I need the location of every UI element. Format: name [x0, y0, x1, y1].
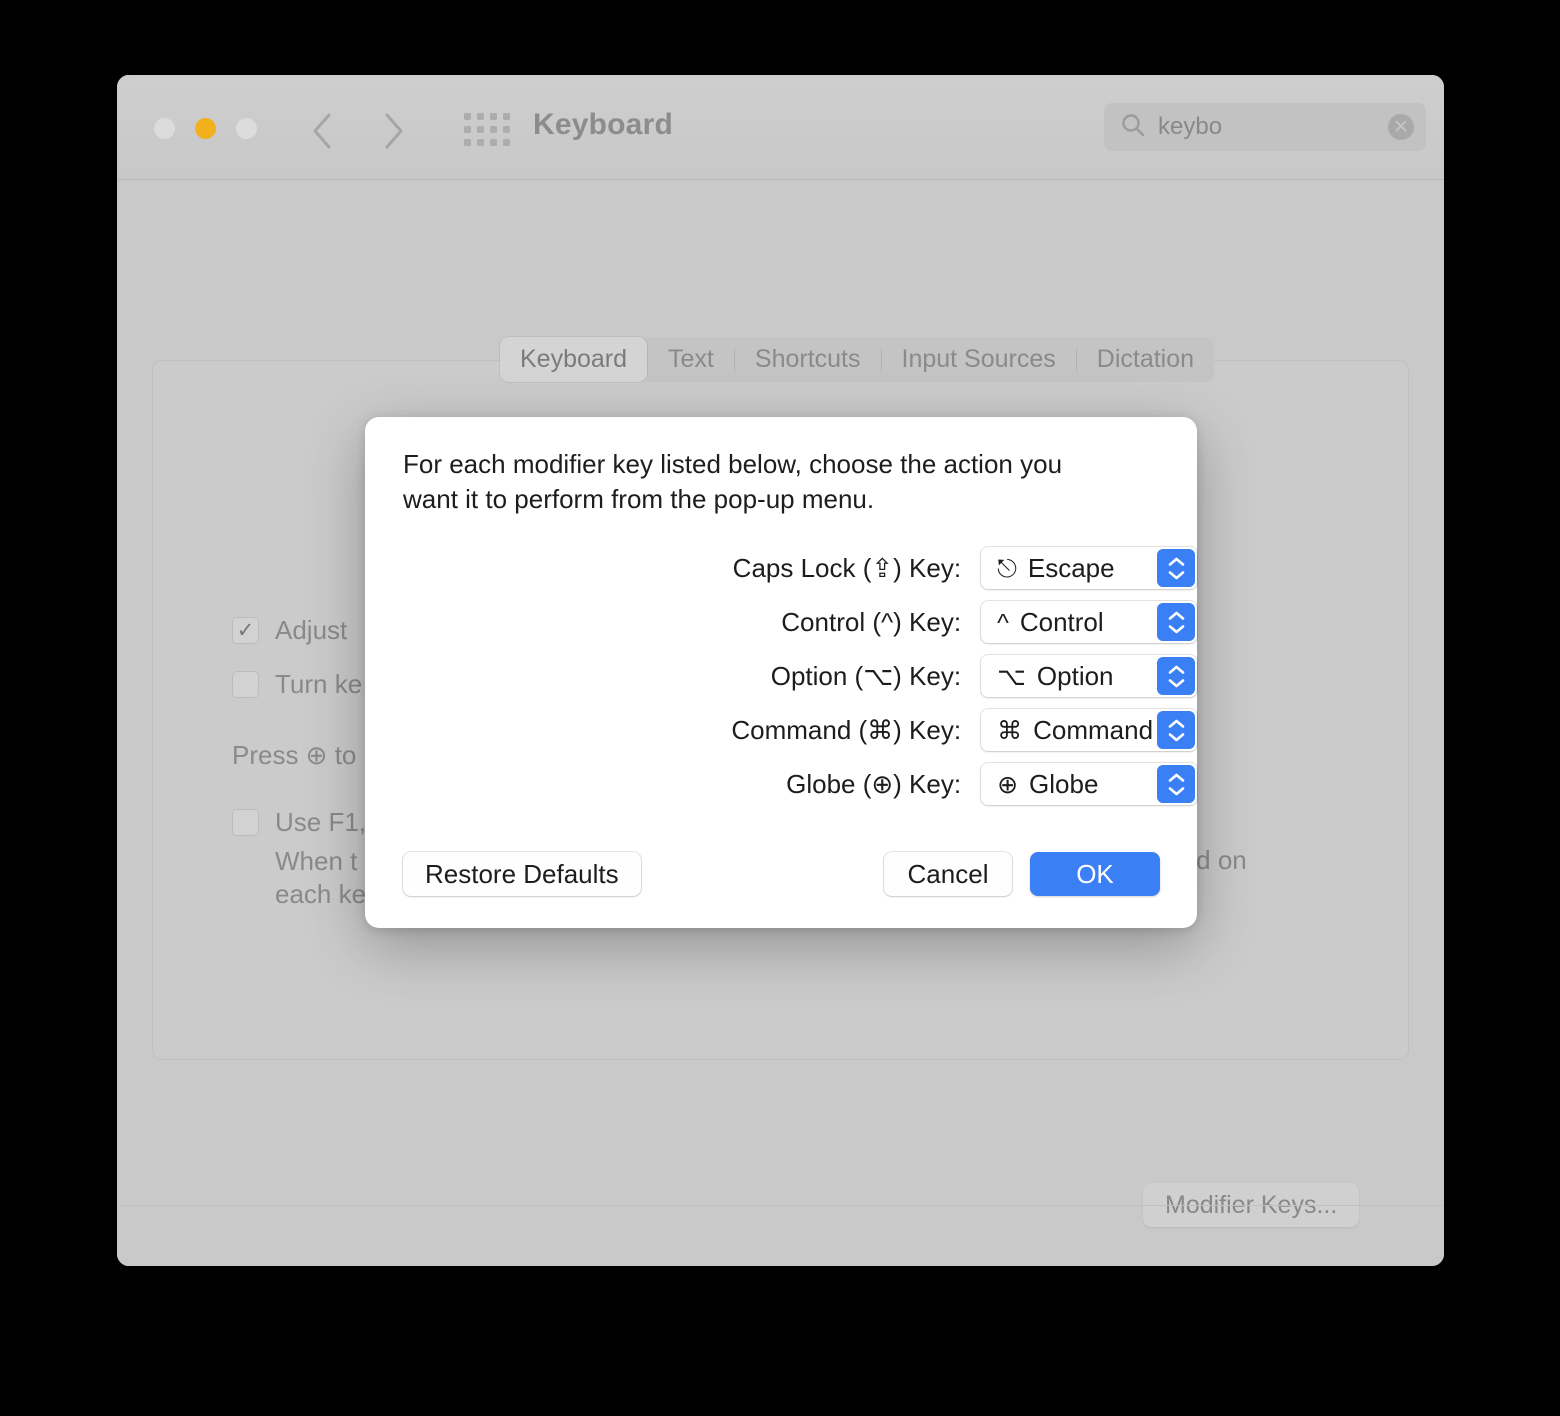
zoom-button[interactable]: [236, 118, 257, 139]
modifier-row-caps-lock: Caps Lock (⇪) Key: ⎋ Escape: [365, 541, 1197, 595]
option-label: Option (⌥) Key:: [770, 660, 962, 691]
caps-lock-value: Escape: [1027, 552, 1115, 583]
command-stepper[interactable]: [1157, 711, 1195, 749]
control-value-group: ^ Control: [981, 607, 1104, 638]
checkbox-row-use-f1-keys[interactable]: Use F1,: [232, 807, 366, 838]
control-popup[interactable]: ^ Control: [981, 601, 1197, 643]
globe-value-group: ⊕ Globe: [981, 769, 1098, 800]
escape-icon: ⎋: [997, 554, 1017, 583]
globe-value: Globe: [1029, 768, 1099, 799]
command-popup[interactable]: ⌘ Command: [981, 709, 1197, 751]
tab-bar: Keyboard Text Shortcuts Input Sources Di…: [500, 337, 1215, 382]
modifier-row-option: Option (⌥) Key: ⌥ Option: [365, 649, 1197, 703]
checkbox-use-f1-label: Use F1,: [275, 807, 367, 837]
tab-input-sources[interactable]: Input Sources: [882, 337, 1076, 382]
window-titlebar: Keyboard keybo ✕: [117, 75, 1444, 180]
caps-lock-label: Caps Lock (⇪) Key:: [732, 552, 962, 583]
control-stepper[interactable]: [1157, 603, 1195, 641]
command-value: Command: [1033, 714, 1154, 745]
caps-lock-value-group: ⎋ Escape: [981, 553, 1115, 584]
bottom-bar-divider: [117, 1205, 1444, 1266]
caps-lock-popup[interactable]: ⎋ Escape: [981, 547, 1197, 589]
navigation-arrows: [309, 111, 407, 151]
checkbox-adjust-label: Adjust: [275, 615, 348, 645]
forward-arrow-icon[interactable]: [381, 111, 407, 151]
command-label: Command (⌘) Key:: [731, 714, 962, 745]
checkbox-row-adjust-brightness[interactable]: ✓ Adjust: [232, 615, 347, 646]
show-all-grid-icon[interactable]: [464, 109, 510, 149]
option-value: Option: [1036, 660, 1114, 691]
globe-icon: ⊕: [997, 770, 1019, 799]
command-icon: ⌘: [997, 716, 1023, 745]
checkbox-turn-label: Turn ke: [275, 669, 363, 699]
checkbox-turn[interactable]: [232, 671, 259, 698]
option-value-group: ⌥ Option: [981, 661, 1113, 692]
search-input[interactable]: keybo: [1146, 113, 1388, 141]
tab-keyboard[interactable]: Keyboard: [500, 337, 648, 382]
modifier-row-control: Control (^) Key: ^ Control: [365, 595, 1197, 649]
page-title: Keyboard: [533, 108, 673, 141]
checkbox-row-turn-keyboard-backlight[interactable]: Turn ke: [232, 669, 362, 700]
search-field[interactable]: keybo ✕: [1104, 103, 1426, 151]
globe-popup[interactable]: ⊕ Globe: [981, 763, 1197, 805]
dialog-intro-text: For each modifier key listed below, choo…: [403, 449, 1063, 514]
globe-label: Globe (⊕) Key:: [786, 768, 962, 799]
option-stepper[interactable]: [1157, 657, 1195, 695]
caps-lock-stepper[interactable]: [1157, 549, 1195, 587]
option-popup[interactable]: ⌥ Option: [981, 655, 1197, 697]
modifier-row-globe: Globe (⊕) Key: ⊕ Globe: [365, 757, 1197, 811]
traffic-lights: [154, 118, 257, 139]
control-icon: ^: [997, 608, 1009, 637]
control-label: Control (^) Key:: [781, 606, 962, 637]
tab-shortcuts[interactable]: Shortcuts: [735, 337, 881, 382]
control-value: Control: [1019, 606, 1104, 637]
modifier-rows: Caps Lock (⇪) Key: ⎋ Escape Control (^) …: [365, 541, 1197, 811]
checkbox-adjust[interactable]: ✓: [232, 617, 259, 644]
minimize-button[interactable]: [195, 118, 216, 139]
clear-search-icon[interactable]: ✕: [1388, 114, 1414, 140]
search-icon: [1120, 112, 1146, 143]
tab-dictation[interactable]: Dictation: [1077, 337, 1214, 382]
command-value-group: ⌘ Command: [981, 715, 1153, 746]
tab-text[interactable]: Text: [648, 337, 734, 382]
globe-stepper[interactable]: [1157, 765, 1195, 803]
modifier-keys-dialog: For each modifier key listed below, choo…: [365, 417, 1197, 928]
ok-button[interactable]: OK: [1030, 852, 1160, 896]
restore-defaults-button[interactable]: Restore Defaults: [403, 852, 641, 896]
modifier-row-command: Command (⌘) Key: ⌘ Command: [365, 703, 1197, 757]
dialog-button-row: Restore Defaults Cancel OK: [365, 852, 1197, 896]
close-button[interactable]: [154, 118, 175, 139]
option-icon: ⌥: [997, 662, 1026, 691]
cancel-button[interactable]: Cancel: [884, 852, 1012, 896]
globe-key-note: Press ⊕ to: [232, 740, 357, 770]
back-arrow-icon[interactable]: [309, 111, 335, 151]
checkbox-use-f1[interactable]: [232, 809, 259, 836]
